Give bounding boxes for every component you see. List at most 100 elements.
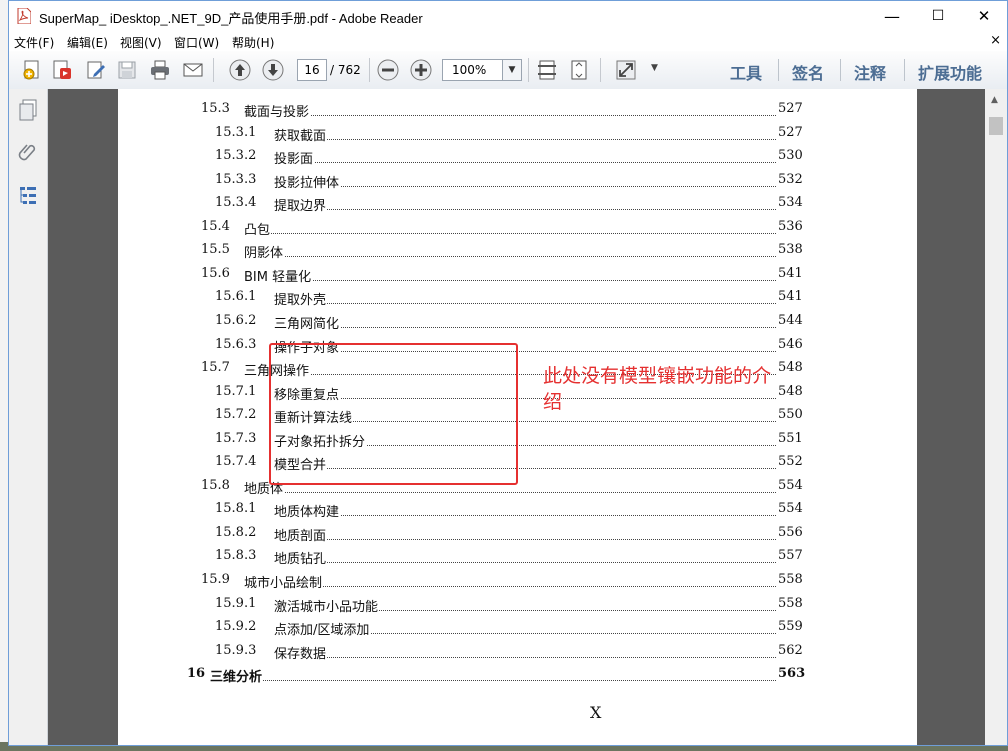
toc-leader-dots — [274, 195, 776, 211]
toc-entry[interactable]: 15.3.2 投影面 530 — [118, 148, 818, 168]
create-pdf-icon[interactable] — [21, 59, 43, 81]
chevron-down-icon[interactable]: ▼ — [502, 60, 521, 80]
toc-entry-title: 城市小品绘制 — [244, 572, 324, 591]
menu-edit[interactable]: 编辑(E) — [67, 34, 108, 51]
toc-entry-title: 提取边界 — [274, 195, 328, 215]
toc-entry[interactable]: 15.8.2 地质剖面 556 — [118, 524, 818, 545]
adobe-reader-window: SuperMap_ iDesktop_.NET_9D_产品使用手册.pdf - … — [8, 0, 1008, 746]
scroll-up-arrow-icon[interactable]: ▲ — [991, 95, 998, 105]
print-icon[interactable] — [149, 59, 171, 81]
toc-entry-page: 554 — [778, 477, 803, 493]
toc-entry-title: 点添加/区域添加 — [274, 619, 371, 639]
toc-entry-page: 538 — [778, 242, 803, 258]
toc-leader-dots — [244, 219, 776, 234]
toc-leader-dots — [274, 501, 776, 517]
zoom-out-icon[interactable] — [377, 59, 399, 81]
toc-entry[interactable]: 15.6.2 三角网简化 544 — [118, 312, 818, 333]
fit-page-icon[interactable] — [568, 59, 590, 81]
comment-button[interactable]: 注释 — [854, 60, 886, 84]
toc-entry[interactable]: 15.8.1 地质体构建 554 — [118, 501, 818, 521]
toc-entry-number: 15.6.2 — [215, 312, 257, 328]
toc-leader-dots — [274, 125, 776, 140]
attachments-paperclip-icon[interactable] — [18, 141, 38, 163]
toc-entry-page: 557 — [778, 548, 803, 564]
toolbar-separator — [600, 58, 601, 82]
page-thumbnails-icon[interactable] — [18, 99, 38, 121]
close-document-button[interactable]: × — [990, 33, 1001, 48]
toc-entry-number: 15.8.3 — [215, 548, 257, 564]
fit-page-width-icon[interactable] — [536, 59, 558, 81]
page-number-input[interactable]: 16 — [297, 59, 327, 81]
zoom-in-icon[interactable] — [410, 59, 432, 81]
navigation-pane — [9, 89, 48, 745]
maximize-button[interactable]: ☐ — [915, 1, 961, 31]
toc-entry-page: 556 — [778, 524, 803, 540]
toc-leader-dots — [210, 666, 776, 682]
email-icon[interactable] — [182, 59, 204, 81]
toc-entry-page: 546 — [778, 336, 803, 352]
toc-entry-number: 15.3 — [201, 101, 230, 116]
extended-button[interactable]: 扩展功能 — [918, 60, 982, 84]
toc-entry-page: 541 — [778, 265, 803, 281]
previous-page-icon[interactable] — [229, 59, 251, 81]
toolbar-separator — [213, 58, 214, 82]
toc-entry-page: 562 — [778, 642, 803, 658]
toc-leader-dots — [274, 289, 776, 305]
page-total-label: / 762 — [330, 63, 361, 77]
toc-entry[interactable]: 15.8.3 地质钻孔 557 — [118, 548, 818, 568]
toc-entry[interactable]: 15.9.2 点添加/区域添加 559 — [118, 619, 818, 639]
document-view[interactable]: 15.3 截面与投影 527 15.3.1 获取截面 527 15.3.2 投影面 530 15.… — [48, 89, 985, 745]
toc-entry[interactable]: 15.3 截面与投影 527 — [118, 101, 818, 121]
toc-entry-title: 激活城市小品功能 — [274, 595, 380, 615]
toc-entry-page: 527 — [778, 101, 803, 116]
toc-entry-page: 541 — [778, 289, 803, 305]
convert-pdf-icon[interactable] — [51, 59, 73, 81]
tools-button[interactable]: 工具 — [730, 60, 762, 84]
toc-entry-page: 558 — [778, 572, 803, 587]
menu-file[interactable]: 文件(F) — [14, 34, 54, 51]
toc-leader-dots — [274, 525, 776, 540]
menu-view[interactable]: 视图(V) — [120, 34, 162, 51]
toc-leader-dots — [274, 548, 776, 564]
toolbar: 16 / 762 100% ▼ ▼ 工具 签名 注释 扩展功能 — [9, 51, 1007, 90]
toc-entry[interactable]: 15.9.1 激活城市小品功能 558 — [118, 595, 818, 616]
bookmarks-icon[interactable] — [18, 185, 38, 207]
edit-pdf-icon[interactable] — [85, 59, 107, 81]
menu-window[interactable]: 窗口(W) — [174, 34, 219, 51]
toc-leader-dots — [244, 242, 776, 258]
full-screen-icon[interactable] — [615, 59, 637, 81]
toc-entry-page: 551 — [778, 430, 803, 446]
toc-entry-number: 15.9.1 — [215, 595, 257, 611]
menu-help[interactable]: 帮助(H) — [232, 34, 274, 51]
next-page-icon[interactable] — [262, 59, 284, 81]
toc-leader-dots — [274, 643, 776, 658]
vertical-scrollbar[interactable]: ▲ — [985, 89, 1007, 745]
toc-entry[interactable]: 15.4 凸包 536 — [118, 218, 818, 239]
toolbar-options-chevron-icon[interactable]: ▼ — [651, 63, 658, 73]
pdf-file-icon — [17, 8, 31, 24]
scrollbar-thumb[interactable] — [989, 117, 1003, 135]
toc-entry[interactable]: 15.9 城市小品绘制 558 — [118, 572, 818, 592]
sign-button[interactable]: 签名 — [792, 60, 824, 84]
zoom-level-select[interactable]: 100% ▼ — [442, 59, 522, 81]
minimize-button[interactable]: — — [869, 1, 915, 31]
toc-entry-number: 15.4 — [201, 218, 230, 234]
toc-entry-number: 15.6.3 — [215, 336, 257, 352]
toc-entry[interactable]: 15.9.3 保存数据 562 — [118, 642, 818, 663]
toc-entry[interactable]: 15.6.1 提取外壳 541 — [118, 289, 818, 309]
toc-entry[interactable]: 15.6 BIM 轻量化 541 — [118, 265, 818, 286]
toc-entry[interactable]: 15.5 阴影体 538 — [118, 242, 818, 262]
toc-leader-dots — [244, 266, 776, 281]
toc-entry[interactable]: 15.3.3 投影拉伸体 532 — [118, 171, 818, 192]
toc-entry[interactable]: 15.3.4 提取边界 534 — [118, 195, 818, 215]
toc-entry[interactable]: 15.3.1 获取截面 527 — [118, 124, 818, 145]
close-window-button[interactable]: ✕ — [961, 1, 1007, 31]
toc-entry-number: 15.3.2 — [215, 148, 257, 164]
save-icon[interactable] — [116, 59, 138, 81]
toc-entry-title: 三角网简化 — [274, 312, 341, 332]
toc-entry-title: 投影面 — [274, 148, 315, 168]
toc-leader-dots — [274, 148, 776, 164]
menu-bar: 文件(F) 编辑(E) 视图(V) 窗口(W) 帮助(H) × — [9, 31, 1007, 51]
toc-entry[interactable]: 16 三维分析 563 — [118, 666, 818, 686]
toolbar-separator — [528, 58, 529, 82]
